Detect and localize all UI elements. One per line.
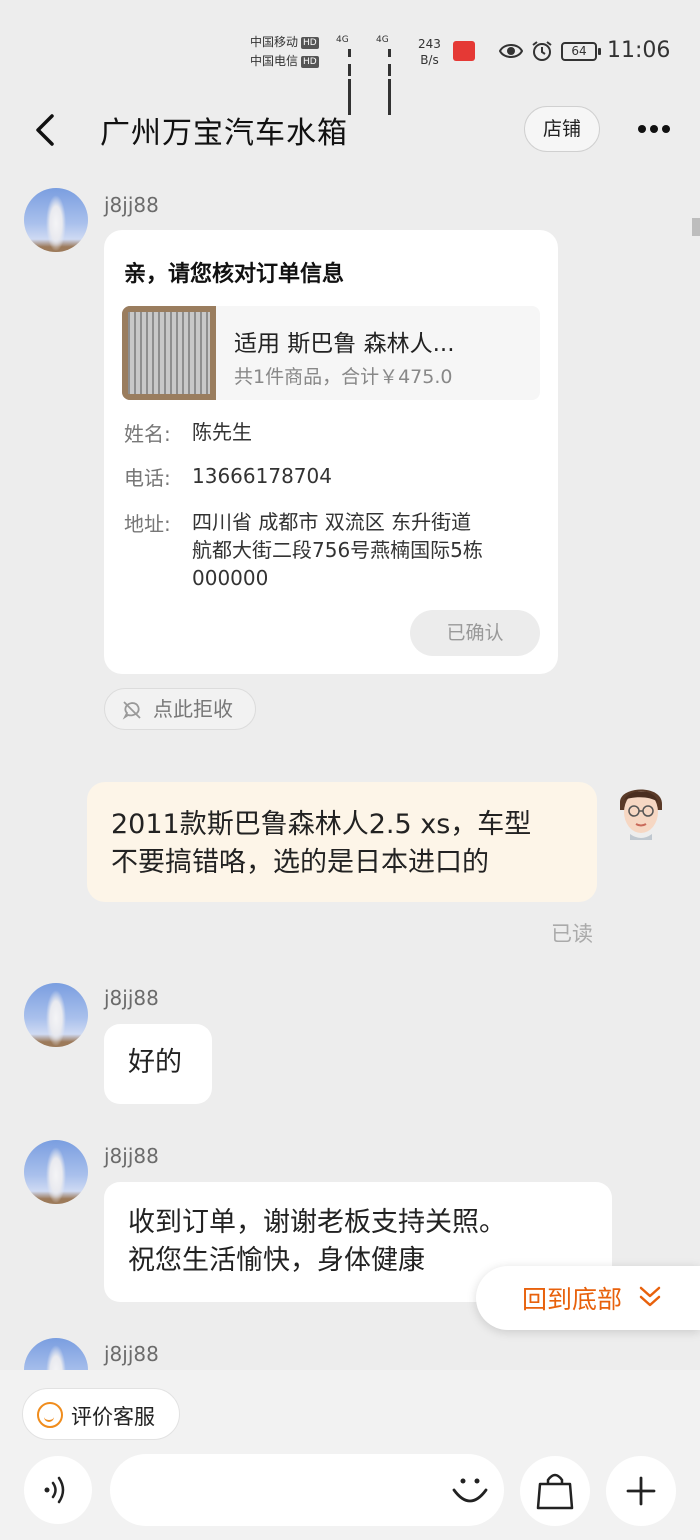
product-name: 适用 斯巴鲁 森林人... <box>234 331 455 357</box>
read-status: 已读 <box>551 922 593 946</box>
alarm-icon <box>532 41 552 61</box>
product-button[interactable] <box>520 1456 590 1526</box>
shop-button[interactable]: 店铺 <box>524 106 600 152</box>
my-message-bubble[interactable]: 2011款斯巴鲁森林人2.5 xs，车型 不要搞错咯，选的是日本进口的 <box>87 782 597 902</box>
sender-name: j8jj88 <box>104 986 159 1010</box>
product-total: 共1件商品，合计￥475.0 <box>234 366 453 388</box>
name-row: 姓名: 陈先生 <box>124 418 252 447</box>
plus-icon <box>626 1476 656 1506</box>
status-bar: 中国移动 HD 中国电信 HD 4G 4G 243 B/s 64 11:06 <box>0 0 700 115</box>
message-line-1: 收到订单，谢谢老板支持关照。 <box>128 1207 506 1238</box>
emoji-icon[interactable] <box>446 1466 494 1514</box>
back-arrow-icon[interactable] <box>30 110 66 150</box>
chevron-double-down-icon <box>639 1286 661 1307</box>
confirmed-button[interactable]: 已确认 <box>410 610 540 656</box>
my-message-line-2: 不要搞错咯，选的是日本进口的 <box>111 847 489 878</box>
smile-icon <box>37 1402 63 1428</box>
sender-name: j8jj88 <box>104 1144 159 1168</box>
avatar-clip <box>24 1338 88 1370</box>
chat-title: 广州万宝汽车水箱 <box>100 116 348 151</box>
phone-label: 电话: <box>124 466 171 490</box>
address-label: 地址: <box>124 512 171 536</box>
reject-label: 点此拒收 <box>153 697 233 721</box>
reject-icon <box>122 701 141 720</box>
my-avatar[interactable] <box>614 780 668 840</box>
scrollbar[interactable] <box>692 218 700 236</box>
bag-icon <box>536 1473 574 1510</box>
product-item[interactable]: 适用 斯巴鲁 森林人... 共1件商品，合计￥475.0 <box>122 306 540 400</box>
phone-value: 13666178704 <box>192 464 332 488</box>
avatar[interactable] <box>24 1338 88 1370</box>
net-speed: 243 B/s <box>418 37 441 67</box>
message-bubble[interactable]: 好的 <box>104 1024 212 1104</box>
order-card[interactable]: 亲，请您核对订单信息 适用 斯巴鲁 森林人... 共1件商品，合计￥475.0 … <box>104 230 558 674</box>
order-card-title: 亲，请您核对订单信息 <box>124 262 345 287</box>
carrier-2: 中国电信 <box>250 54 299 68</box>
sender-name: j8jj88 <box>104 193 159 217</box>
jump-to-bottom-button[interactable]: 回到底部 <box>476 1266 700 1330</box>
address-value: 四川省 成都市 双流区 东升街道 航都大街二段756号燕楠国际5栋 000000 <box>192 510 483 590</box>
address-row: 地址: 四川省 成都市 双流区 东升街道 航都大街二段756号燕楠国际5栋 00… <box>124 508 483 590</box>
message-input[interactable] <box>110 1454 504 1526</box>
product-image <box>122 306 216 400</box>
avatar[interactable] <box>24 1140 88 1204</box>
more-actions-button[interactable] <box>606 1456 676 1526</box>
more-icon[interactable] <box>638 118 678 138</box>
hd-badge: HD <box>301 55 319 68</box>
carrier-info: 中国移动 HD 中国电信 HD <box>250 33 319 71</box>
app-notification-icon <box>453 41 475 61</box>
phone-row: 电话: 13666178704 <box>124 462 332 491</box>
eye-icon <box>499 44 523 58</box>
message-text: 好的 <box>128 1047 182 1078</box>
my-message-line-1: 2011款斯巴鲁森林人2.5 xs，车型 <box>111 809 532 840</box>
avatar[interactable] <box>24 188 88 252</box>
battery-indicator: 64 <box>561 42 601 61</box>
jump-to-bottom-label: 回到底部 <box>522 1285 623 1314</box>
clock: 11:06 <box>607 38 671 63</box>
hd-badge: HD <box>301 36 319 49</box>
rate-service-label: 评价客服 <box>71 1405 155 1429</box>
name-value: 陈先生 <box>192 420 252 444</box>
rate-service-button[interactable]: 评价客服 <box>22 1388 180 1440</box>
name-label: 姓名: <box>124 422 171 446</box>
voice-button[interactable] <box>24 1456 92 1524</box>
avatar[interactable] <box>24 983 88 1047</box>
reject-button[interactable]: 点此拒收 <box>104 688 256 730</box>
voice-icon <box>44 1476 65 1504</box>
sender-name: j8jj88 <box>104 1342 159 1366</box>
carrier-1: 中国移动 <box>250 35 299 49</box>
